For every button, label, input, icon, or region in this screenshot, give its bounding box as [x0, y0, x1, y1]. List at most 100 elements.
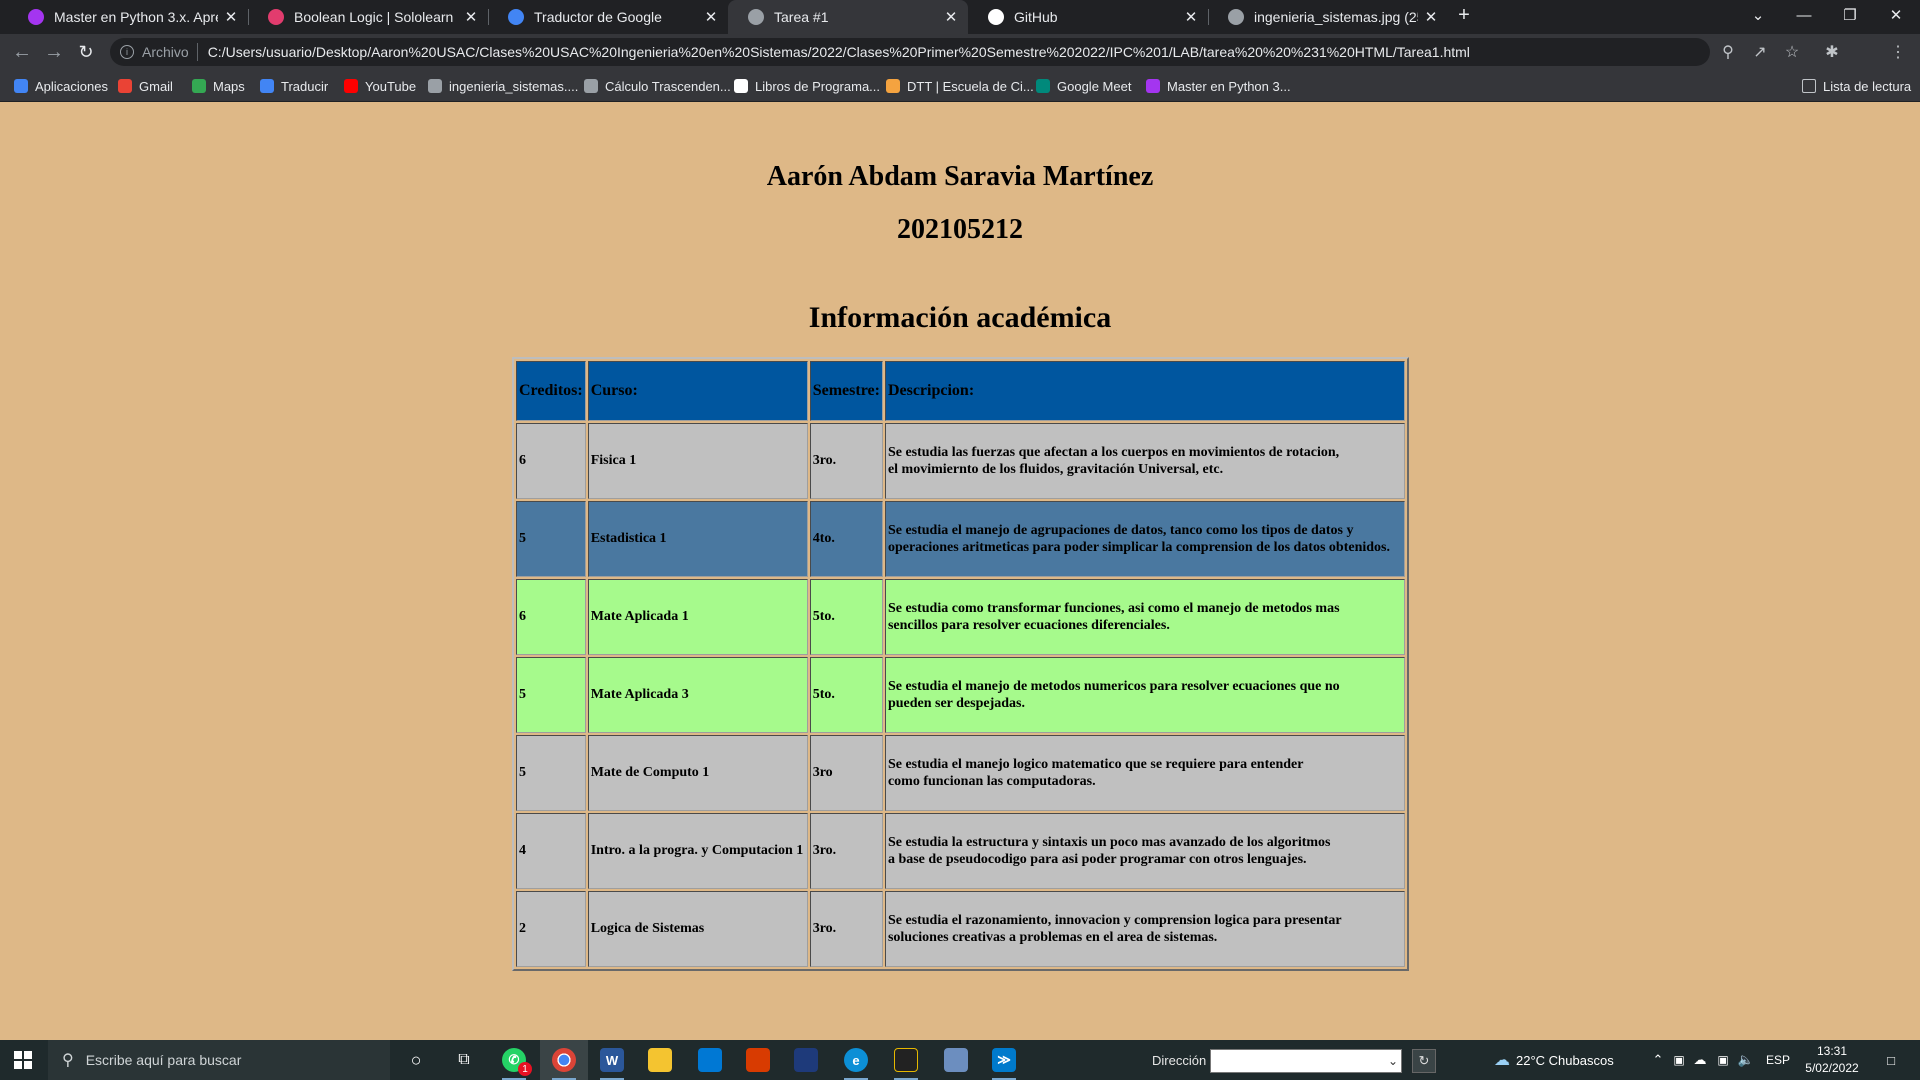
- taskbar-search-placeholder: Escribe aquí para buscar: [85, 1052, 242, 1068]
- bookmark-label: Cálculo Trascenden...: [605, 78, 731, 94]
- bookmark-item[interactable]: Gmail: [118, 70, 173, 102]
- windows-taskbar: ⚲ Escribe aquí para buscar ○ ⧉ ✆ 1 W e ≫…: [0, 1040, 1920, 1080]
- app-running-icon[interactable]: [882, 1040, 930, 1080]
- vscode-app-icon[interactable]: ≫: [980, 1040, 1028, 1080]
- taskbar-search-input[interactable]: ⚲ Escribe aquí para buscar: [48, 1040, 390, 1080]
- close-icon[interactable]: ✕: [224, 8, 238, 26]
- minimize-icon[interactable]: —: [1782, 0, 1826, 30]
- bookmark-item[interactable]: ingenieria_sistemas....: [428, 70, 578, 102]
- tab-search-chevron-icon[interactable]: ⌄: [1736, 0, 1780, 30]
- bookmark-item[interactable]: DTT | Escuela de Ci...: [886, 70, 1034, 102]
- network-icon[interactable]: ▣: [1712, 1040, 1734, 1080]
- cell-course: Estadistica 1: [587, 501, 808, 577]
- edge-app-icon[interactable]: e: [832, 1040, 880, 1080]
- menu-kebab-icon[interactable]: ⋮: [1886, 40, 1910, 64]
- language-indicator[interactable]: ESP: [1762, 1040, 1794, 1080]
- file-explorer-icon[interactable]: [636, 1040, 684, 1080]
- address-url[interactable]: C:/Users/usuario/Desktop/Aaron%20USAC/Cl…: [208, 44, 1470, 60]
- cell-credits: 5: [516, 501, 586, 577]
- onedrive-cloud-icon[interactable]: ☁: [1690, 1040, 1710, 1080]
- table-row: 6 Fisica 1 3ro. Se estudia las fuerzas que …: [516, 423, 1405, 499]
- bookmark-item[interactable]: YouTube: [344, 70, 416, 102]
- office-app-icon[interactable]: [734, 1040, 782, 1080]
- close-icon[interactable]: ✕: [944, 8, 958, 26]
- chevron-down-icon[interactable]: ⌄: [1384, 1049, 1402, 1073]
- github-icon: [988, 9, 1004, 25]
- cortana-icon[interactable]: ○: [392, 1040, 440, 1080]
- microsoft-store-icon[interactable]: [686, 1040, 734, 1080]
- udemy-icon: [1146, 79, 1160, 93]
- reload-icon[interactable]: ↻: [72, 38, 100, 66]
- globe-icon: [584, 79, 598, 93]
- bookmark-item[interactable]: Aplicaciones: [14, 70, 108, 102]
- bookmark-item[interactable]: Libros de Programa...: [734, 70, 880, 102]
- bookmark-item[interactable]: Google Meet: [1036, 70, 1131, 102]
- globe-icon: [748, 9, 764, 25]
- chevron-up-icon[interactable]: ⌃: [1648, 1040, 1668, 1080]
- bookmark-label: Google Meet: [1057, 78, 1132, 94]
- tab-6[interactable]: ingenieria_sistemas.jpg (2550×3(✕: [1208, 0, 1448, 34]
- taskbar-clock[interactable]: 13:31 5/02/2022: [1800, 1043, 1864, 1077]
- back-arrow-icon[interactable]: ←: [8, 38, 36, 66]
- cell-description: Se estudia el manejo de metodos numerico…: [884, 657, 1405, 733]
- virtualbox-icon[interactable]: [932, 1040, 980, 1080]
- bookmark-item[interactable]: Maps: [192, 70, 245, 102]
- tab-4[interactable]: Tarea #1 ✕: [728, 0, 968, 34]
- address-toolbar-input[interactable]: [1210, 1049, 1402, 1073]
- header-course: Curso:: [587, 361, 808, 421]
- bookmark-item[interactable]: Cálculo Trascenden...: [584, 70, 731, 102]
- apps-grid-icon: [14, 79, 28, 93]
- student-name-heading: Aarón Abdam Saravia Martínez: [766, 161, 1154, 192]
- table-body: 6 Fisica 1 3ro. Se estudia las fuerzas que …: [516, 423, 1405, 967]
- cell-description: Se estudia el razonamiento, innovacion y…: [884, 891, 1405, 967]
- bookmark-star-icon[interactable]: ☆: [1780, 40, 1804, 64]
- forward-arrow-icon[interactable]: →: [40, 38, 68, 66]
- extensions-puzzle-icon[interactable]: ✱: [1820, 40, 1844, 64]
- weather-text: 22°C Chubascos: [1516, 1052, 1614, 1068]
- weather-widget[interactable]: ☁ 22°C Chubascos: [1494, 1040, 1614, 1080]
- tab-2[interactable]: Boolean Logic | Sololearn ✕: [248, 0, 488, 34]
- reading-list-button[interactable]: Lista de lectura: [1802, 70, 1911, 102]
- share-icon[interactable]: ↗: [1748, 40, 1772, 64]
- header-description: Descripcion:: [884, 361, 1405, 421]
- bookmark-item[interactable]: Master en Python 3...: [1146, 70, 1291, 102]
- tab-5[interactable]: GitHub ✕: [968, 0, 1208, 34]
- cell-course: Mate Aplicada 1: [587, 579, 808, 655]
- chrome-app-icon[interactable]: [540, 1040, 588, 1080]
- tab-title: Master en Python 3.x. Aprende d: [54, 9, 218, 25]
- reading-list-icon: [1802, 79, 1816, 93]
- cell-course: Mate de Computo 1: [587, 735, 808, 811]
- volume-icon[interactable]: 🔈: [1736, 1040, 1756, 1080]
- cell-semester: 5to.: [809, 657, 883, 733]
- restore-icon[interactable]: ❐: [1828, 0, 1872, 30]
- bookmark-item[interactable]: Traducir: [260, 70, 328, 102]
- zoom-icon[interactable]: ⚲: [1716, 40, 1740, 64]
- windows-start-icon[interactable]: [0, 1040, 46, 1080]
- close-icon[interactable]: ✕: [464, 8, 478, 26]
- task-view-icon[interactable]: ⧉: [440, 1040, 488, 1080]
- close-icon[interactable]: ✕: [704, 8, 718, 26]
- address-bar[interactable]: i Archivo C:/Users/usuario/Desktop/Aaron…: [110, 38, 1710, 66]
- app-pinned-icon[interactable]: [782, 1040, 830, 1080]
- refresh-icon[interactable]: ↻: [1412, 1049, 1436, 1073]
- close-window-icon[interactable]: ✕: [1874, 0, 1918, 30]
- tab-1[interactable]: Master en Python 3.x. Aprende d ✕: [8, 0, 248, 34]
- globe-icon: [1228, 9, 1244, 25]
- close-icon[interactable]: ✕: [1184, 8, 1198, 26]
- notifications-icon[interactable]: □: [1874, 1040, 1908, 1080]
- cell-semester: 5to.: [809, 579, 883, 655]
- bookmark-label: ingenieria_sistemas....: [449, 78, 579, 94]
- device-icon[interactable]: ▣: [1670, 1040, 1688, 1080]
- close-icon[interactable]: ✕: [1424, 8, 1438, 26]
- word-app-icon[interactable]: W: [588, 1040, 636, 1080]
- youtube-icon: [344, 79, 358, 93]
- table-row: 5 Mate Aplicada 3 5to. Se estudia el manejo…: [516, 657, 1405, 733]
- tab-title: GitHub: [1014, 9, 1058, 25]
- info-icon[interactable]: i: [120, 45, 134, 59]
- cell-credits: 2: [516, 891, 586, 967]
- whatsapp-app-icon[interactable]: ✆ 1: [490, 1040, 538, 1080]
- tab-3[interactable]: Traductor de Google ✕: [488, 0, 728, 34]
- google-translate-icon: [260, 79, 274, 93]
- new-tab-button[interactable]: +: [1446, 0, 1482, 30]
- cell-description: Se estudia el manejo logico matematico q…: [884, 735, 1405, 811]
